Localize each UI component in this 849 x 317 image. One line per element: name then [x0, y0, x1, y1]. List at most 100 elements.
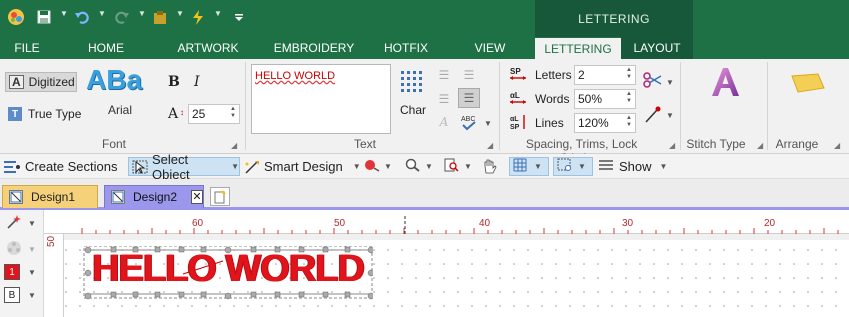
char-button[interactable]: Char [398, 103, 428, 117]
zoom-button[interactable]: ▼ [405, 157, 433, 176]
app-logo-icon[interactable] [6, 6, 26, 28]
show-button[interactable]: Show ▼ [598, 157, 667, 176]
font-launcher-icon[interactable]: ◢ [231, 141, 237, 150]
tab-layout[interactable]: LAYOUT [624, 37, 690, 59]
spacing-launcher-icon[interactable]: ◢ [669, 141, 675, 150]
show-dropdown-icon: ▼ [659, 162, 668, 171]
align-center-icon[interactable]: ☰ [437, 92, 451, 106]
italic-button[interactable]: I [194, 74, 210, 90]
arrange-launcher-icon[interactable]: ◢ [834, 141, 840, 150]
doc-tab-design1[interactable]: Design1 [2, 185, 98, 208]
grid-icon [513, 158, 529, 175]
redo-dropdown-icon[interactable]: ▼ [138, 9, 146, 18]
grid-button[interactable]: ▼ [509, 157, 549, 176]
tab-embroidery[interactable]: EMBROIDERY [270, 37, 358, 59]
undo-icon[interactable] [72, 6, 92, 28]
tab-file[interactable]: FILE [0, 37, 54, 59]
lines-spinner[interactable]: ▲ ▼ [626, 115, 632, 129]
doc-tab-label: Design2 [133, 190, 178, 204]
pan-hand-icon[interactable] [482, 157, 498, 176]
background-color-dropdown-icon[interactable]: ▼ [28, 291, 36, 300]
create-sections-icon [4, 160, 20, 174]
svg-text:αL: αL [510, 116, 519, 123]
lightning-icon[interactable] [188, 6, 208, 28]
new-tab-button[interactable] [210, 187, 230, 206]
horizontal-ruler [44, 216, 849, 234]
stitch-type-launcher-icon[interactable]: ◢ [757, 141, 763, 150]
digitized-button[interactable]: A Digitized [5, 72, 77, 92]
spell-check-icon[interactable]: ABC [460, 113, 478, 131]
words-value: 50% [578, 92, 603, 106]
undo-dropdown-icon[interactable]: ▼ [98, 9, 106, 18]
redo-icon[interactable] [112, 6, 132, 28]
smart-design-icon [244, 160, 260, 174]
font-size-value: 25 [192, 107, 206, 121]
font-group-label: Font [101, 137, 126, 151]
ruler-label: 40 [479, 218, 491, 229]
align-right-icon[interactable]: ☰ [462, 68, 476, 82]
trims-scissors-icon[interactable] [643, 72, 663, 88]
color-wheel-dropdown-icon[interactable]: ▼ [28, 245, 36, 254]
zoom-page-button[interactable]: ▼ [444, 157, 472, 176]
magic-wand-icon[interactable] [6, 214, 22, 230]
snap-button[interactable]: ▼ [553, 157, 593, 176]
tab-hotfix[interactable]: HOTFIX [376, 37, 436, 59]
save-dropdown-icon[interactable]: ▼ [60, 9, 68, 18]
separator [767, 62, 768, 150]
clipboard-icon[interactable] [150, 6, 170, 28]
magic-wand-dropdown-icon[interactable]: ▼ [28, 219, 36, 228]
bold-button[interactable]: B [168, 74, 184, 90]
thread-color-swatch[interactable]: 1 [4, 264, 20, 280]
create-sections-button[interactable]: Create Sections ▼ [4, 157, 135, 176]
zoom-page-icon [444, 158, 460, 175]
letters-label: Letters [535, 68, 572, 82]
tab-artwork[interactable]: ARTWORK [168, 37, 248, 59]
ruler-label-vertical: 50 [46, 235, 57, 247]
color-wheel-icon[interactable] [6, 240, 22, 256]
grid-dropdown-icon: ▼ [534, 162, 542, 171]
close-tab-icon[interactable]: ✕ [191, 190, 203, 204]
font-size-spinner[interactable]: ▲ ▼ [230, 106, 236, 120]
font-name[interactable]: Arial [100, 103, 140, 117]
stitch-type-icon[interactable] [708, 64, 742, 100]
align-left-icon[interactable]: ☰ [437, 68, 451, 82]
lightning-dropdown-icon[interactable]: ▼ [214, 9, 222, 18]
lock-stitch-dropdown-icon[interactable]: ▼ [666, 111, 674, 120]
words-spinner[interactable]: ▲ ▼ [626, 91, 632, 105]
true-type-button[interactable]: T True Type [5, 104, 83, 124]
stitch-player-dropdown-icon: ▼ [384, 162, 392, 171]
clipboard-dropdown-icon[interactable]: ▼ [176, 9, 184, 18]
customize-icon[interactable] [232, 6, 246, 28]
letters-value: 2 [578, 68, 585, 82]
italic-a-icon[interactable]: A [437, 115, 451, 129]
text-launcher-icon[interactable]: ◢ [487, 141, 493, 150]
select-object-button[interactable]: Select Object ▼ [128, 152, 240, 182]
tab-home[interactable]: HOME [76, 37, 136, 59]
smart-design-dropdown-icon: ▼ [352, 162, 361, 171]
stitch-player-button[interactable]: ▼ [364, 157, 392, 176]
font-preview[interactable]: ABa [86, 64, 156, 100]
text-input-box[interactable]: HELLO WORLD [251, 64, 391, 134]
smart-design-label: Smart Design [264, 159, 343, 174]
text-input-value: HELLO WORLD [255, 70, 336, 82]
lettering-object[interactable]: HELLO WORLD [83, 246, 373, 300]
doc-tab-design2[interactable]: Design2 ✕ [104, 185, 204, 208]
letters-spinner[interactable]: ▲ ▼ [626, 67, 632, 81]
tab-lettering[interactable]: LETTERING [535, 37, 621, 59]
show-label: Show [619, 159, 652, 174]
lines-label: Lines [535, 116, 564, 130]
trims-dropdown-icon[interactable]: ▼ [666, 78, 674, 87]
snap-icon [557, 158, 573, 175]
text-group-label: Text [353, 137, 376, 151]
background-color-swatch[interactable]: B [4, 287, 20, 303]
lock-stitch-icon[interactable] [643, 106, 663, 124]
justify-icon[interactable]: ☰ [458, 88, 480, 108]
ruler-label: 20 [764, 218, 776, 229]
thread-color-dropdown-icon[interactable]: ▼ [28, 268, 36, 277]
tab-view[interactable]: VIEW [462, 37, 518, 59]
arrange-icon[interactable] [788, 70, 828, 98]
spell-check-dropdown-icon[interactable]: ▼ [484, 119, 492, 128]
arrange-group-label: Arrange [775, 137, 819, 151]
smart-design-button[interactable]: Smart Design ▼ [244, 157, 361, 176]
save-icon[interactable] [34, 6, 54, 28]
